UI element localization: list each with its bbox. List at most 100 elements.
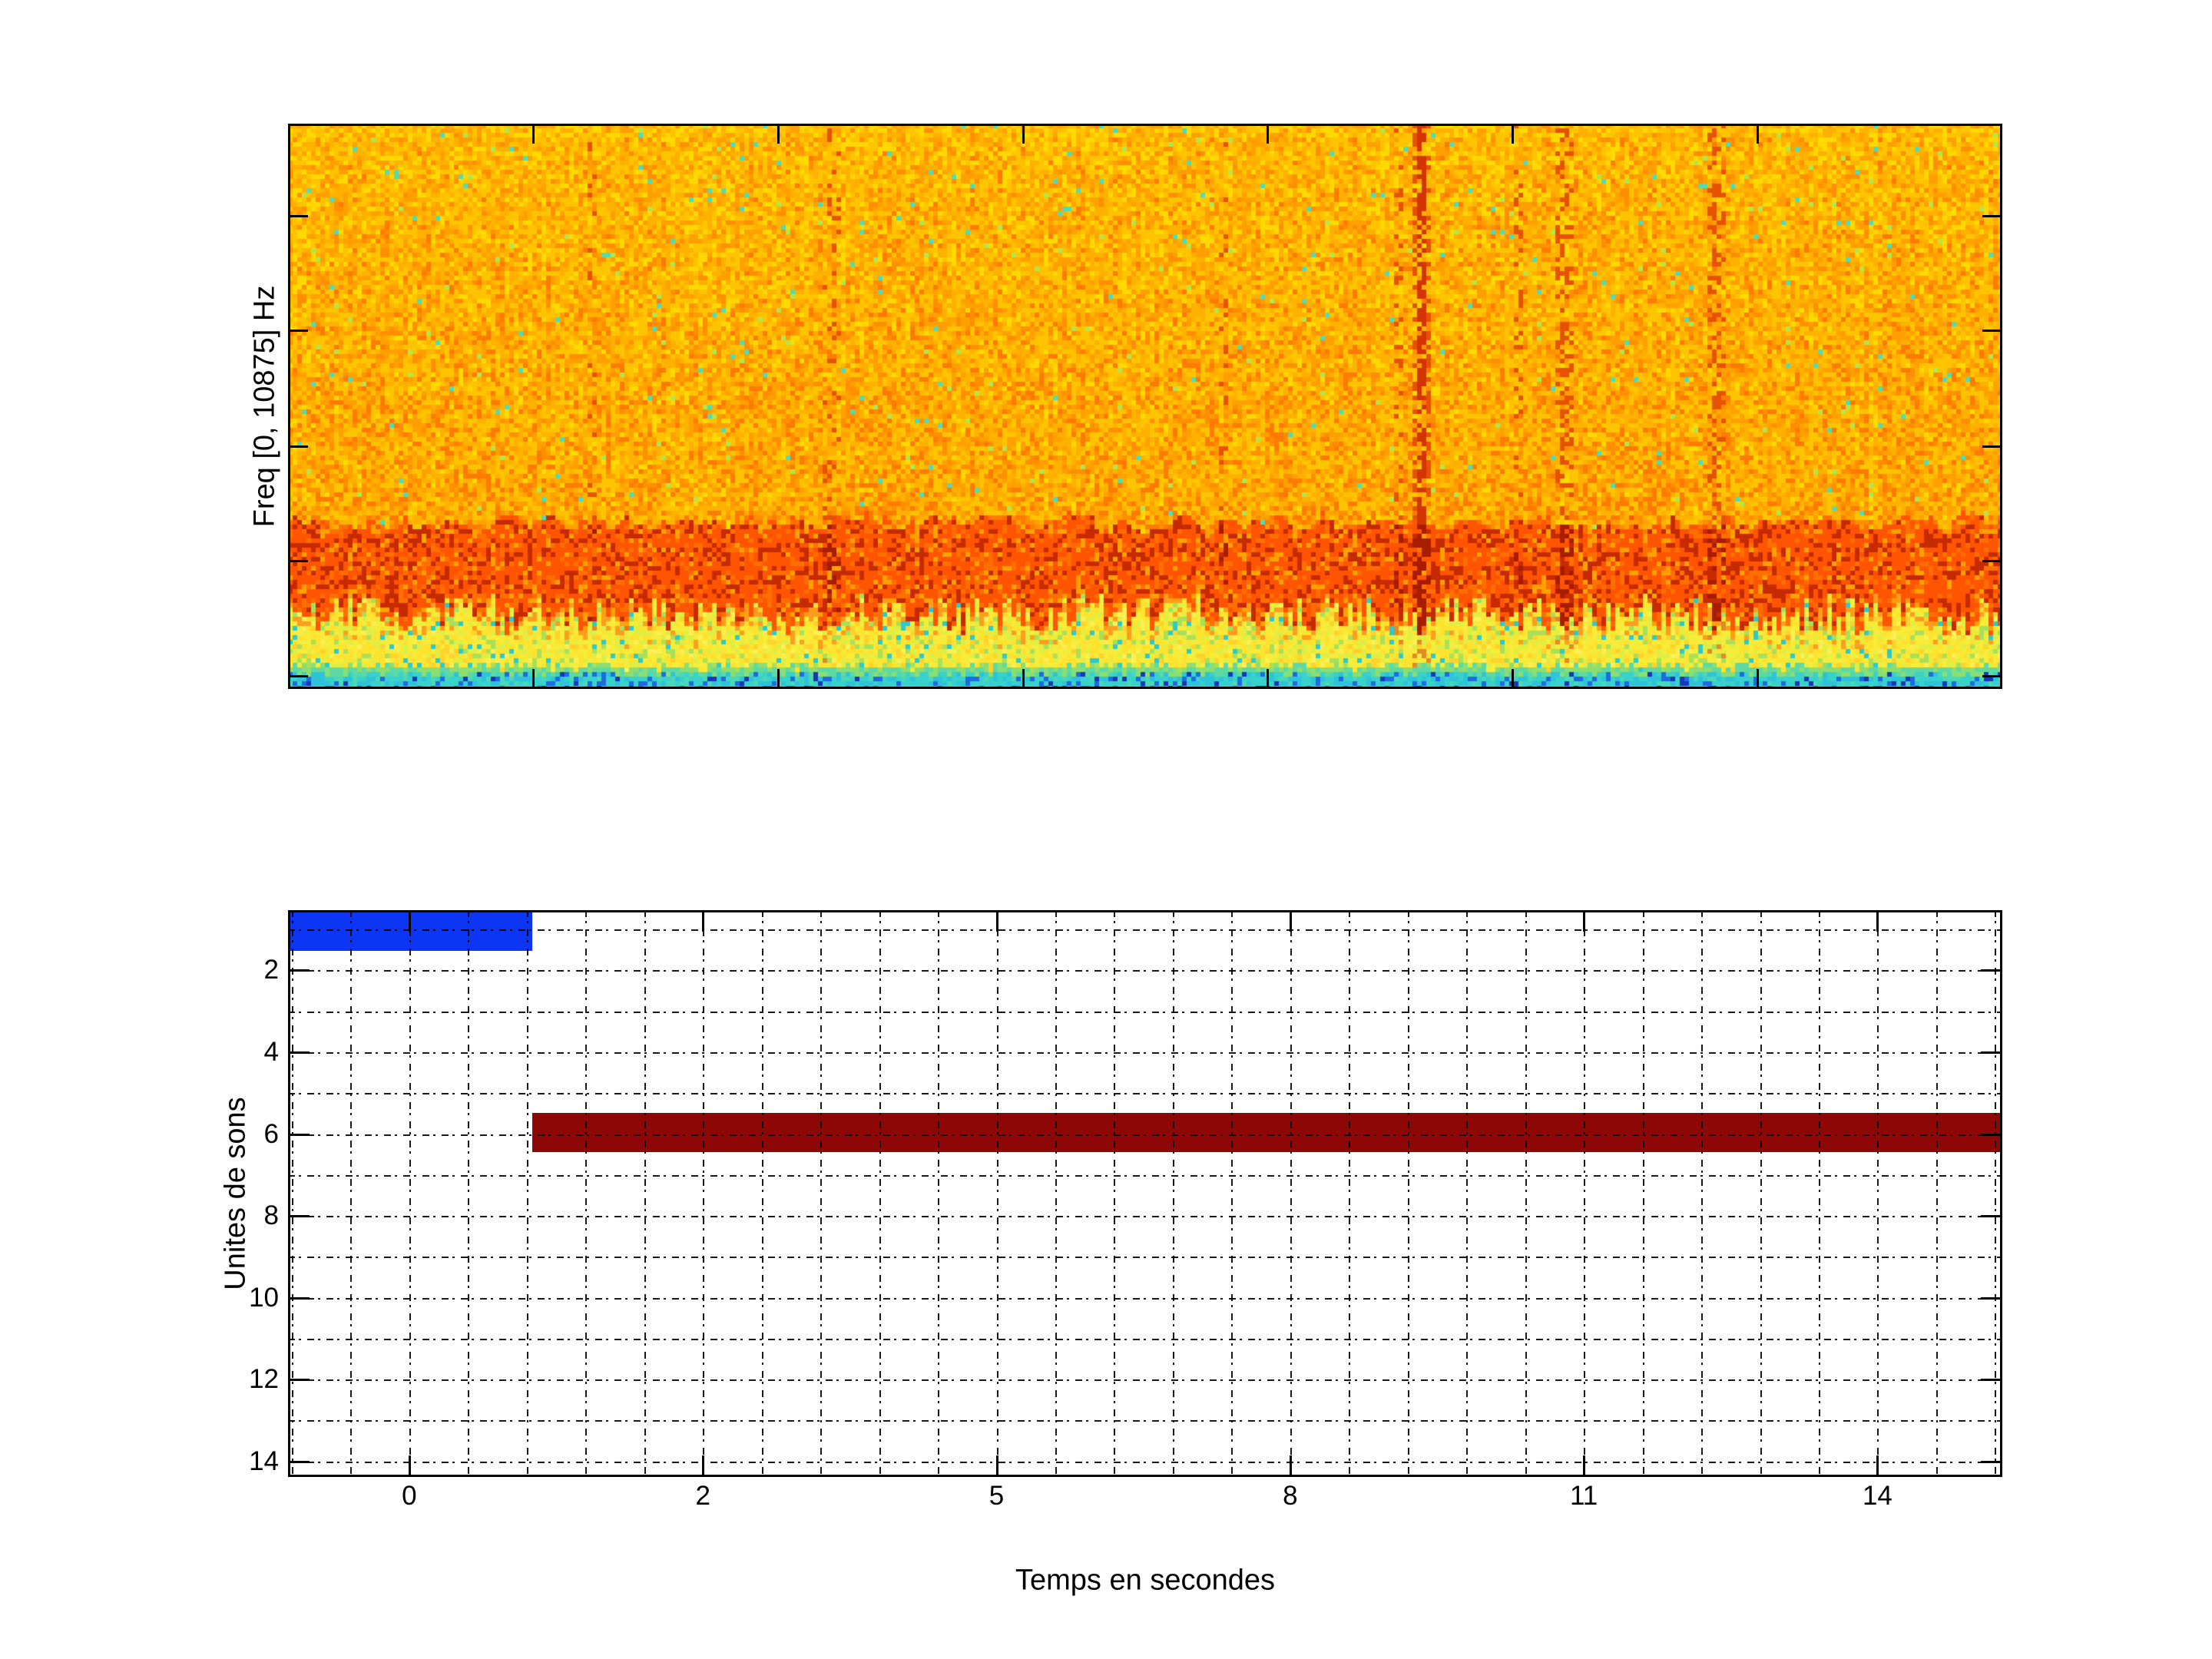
spectrogram-ytick	[1982, 329, 2002, 332]
y-gridline	[288, 1174, 2002, 1177]
time-xtick	[702, 1455, 705, 1477]
time-tick-label: 11	[1569, 1481, 1598, 1511]
spectrogram-ytick	[288, 215, 308, 217]
unit-ytick	[288, 1296, 310, 1300]
time-xtick	[1289, 1455, 1292, 1477]
x-gridline	[468, 910, 470, 1477]
time-xtick	[1289, 910, 1292, 932]
y-gridline	[288, 1052, 2002, 1054]
x-gridline	[1114, 910, 1116, 1477]
spectrogram-xtick	[777, 124, 780, 144]
spectrogram-xtick	[532, 669, 535, 689]
spectrogram-image	[288, 124, 2002, 689]
x-gridline	[1407, 910, 1409, 1477]
unit-ytick	[288, 1379, 310, 1382]
x-gridline	[761, 910, 763, 1477]
time-xtick	[408, 1455, 411, 1477]
y-gridline	[288, 1134, 2002, 1136]
spectrogram-xtick	[777, 669, 780, 689]
unit-ytick	[1981, 1379, 2002, 1382]
unit-tick-label: 8	[263, 1200, 279, 1231]
unit-ytick	[288, 969, 310, 972]
unit-ytick	[288, 1460, 310, 1463]
time-xtick	[408, 910, 411, 932]
x-gridline	[1995, 910, 1997, 1477]
time-xtick	[1583, 910, 1586, 932]
time-axis-label: Temps en secondes	[1015, 1564, 1275, 1597]
y-gridline	[288, 1420, 2002, 1422]
y-gridline	[288, 1338, 2002, 1340]
time-tick-label: 14	[1862, 1481, 1892, 1511]
x-gridline	[292, 910, 293, 1477]
y-gridline	[288, 1257, 2002, 1259]
spectrogram-ytick	[288, 560, 308, 562]
time-tick-label: 0	[402, 1481, 417, 1511]
spectrogram-ytick	[1982, 560, 2002, 562]
time-xtick	[702, 910, 705, 932]
x-gridline	[1584, 910, 1586, 1477]
spectrogram-ytick	[1982, 675, 2002, 677]
x-gridline	[938, 910, 940, 1477]
unit-ytick	[1981, 969, 2002, 972]
unit-tick-label: 12	[249, 1364, 279, 1395]
unit-ytick	[1981, 1215, 2002, 1218]
x-gridline	[1172, 910, 1174, 1477]
time-xtick	[1876, 910, 1879, 932]
segment-unit-6	[532, 1112, 2002, 1152]
x-gridline	[526, 910, 528, 1477]
x-gridline	[1466, 910, 1469, 1477]
x-gridline	[1642, 910, 1644, 1477]
unit-tick-label: 10	[249, 1282, 279, 1313]
x-gridline	[1231, 910, 1233, 1477]
spectrogram-xtick	[1022, 124, 1025, 144]
x-gridline	[585, 910, 588, 1477]
unit-ytick	[288, 1051, 310, 1054]
unit-tick-label: 2	[263, 955, 279, 985]
sound-units-axes-box	[288, 910, 2002, 1477]
time-xtick	[995, 910, 998, 932]
unit-ytick	[1981, 1051, 2002, 1054]
sound-units-plot	[288, 910, 2002, 1477]
x-gridline	[1936, 910, 1938, 1477]
x-gridline	[1349, 910, 1351, 1477]
time-tick-label: 8	[1283, 1481, 1298, 1511]
unit-tick-label: 14	[249, 1445, 279, 1476]
y-gridline	[288, 1297, 2002, 1300]
x-gridline	[879, 910, 881, 1477]
spectrogram-xtick	[1267, 124, 1269, 144]
unit-tick-label: 6	[263, 1118, 279, 1149]
spectrogram-xtick	[1022, 669, 1025, 689]
y-gridline	[288, 1379, 2002, 1382]
unit-tick-label: 4	[263, 1037, 279, 1067]
time-xtick	[1876, 1455, 1879, 1477]
spectrogram-ylabel: Freq [0, 10875] Hz	[248, 285, 281, 528]
spectrogram-ytick	[1982, 445, 2002, 448]
unit-ytick	[1981, 1296, 2002, 1300]
x-gridline	[1055, 910, 1057, 1477]
x-gridline	[1701, 910, 1704, 1477]
spectrogram-xtick	[1512, 669, 1514, 689]
spectrogram-ytick	[288, 445, 308, 448]
y-gridline	[288, 1461, 2002, 1463]
x-gridline	[1877, 910, 1879, 1477]
y-gridline	[288, 1093, 2002, 1095]
x-gridline	[820, 910, 823, 1477]
time-tick-label: 2	[695, 1481, 710, 1511]
y-gridline	[288, 1216, 2002, 1218]
spectrogram-xtick	[1757, 124, 1759, 144]
spectrogram-xtick	[532, 124, 535, 144]
spectrogram-xtick	[1267, 669, 1269, 689]
y-gridline	[288, 970, 2002, 972]
spectrogram-xtick	[1757, 669, 1759, 689]
spectrogram-xtick	[1512, 124, 1514, 144]
time-tick-label: 5	[988, 1481, 1005, 1511]
y-gridline	[288, 929, 2002, 932]
unit-ytick	[288, 1215, 310, 1218]
time-xtick	[995, 1455, 998, 1477]
x-gridline	[644, 910, 646, 1477]
unit-ytick	[1981, 1133, 2002, 1136]
unit-ytick	[1981, 1460, 2002, 1463]
spectrogram-ytick	[288, 329, 308, 332]
spectrogram-ytick	[288, 675, 308, 677]
unit-ytick	[288, 1133, 310, 1136]
